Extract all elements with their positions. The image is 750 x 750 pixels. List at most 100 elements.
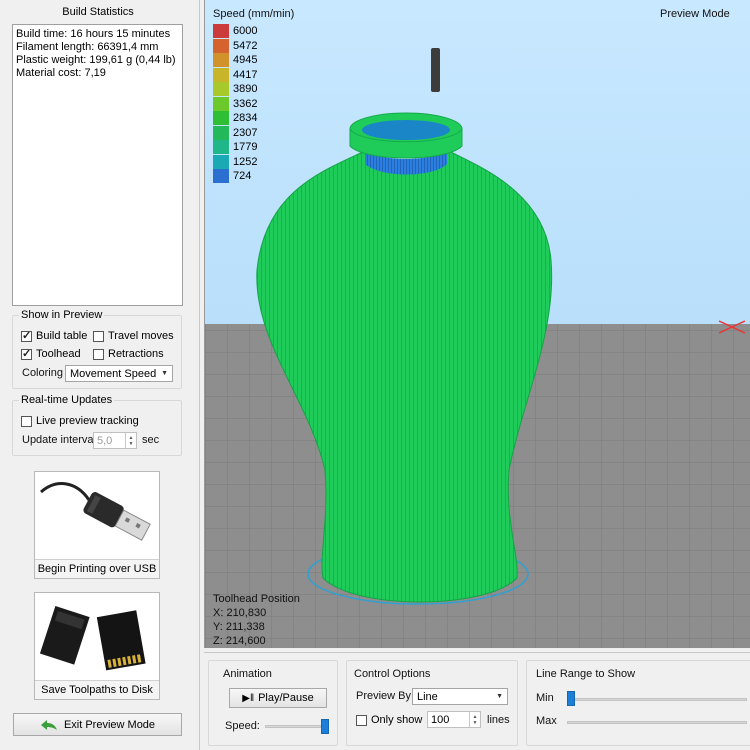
build-time-line: Build time: 16 hours 15 minutes (16, 28, 171, 40)
line-range-min-thumb[interactable] (567, 691, 575, 706)
only-show-checkbox[interactable]: Only show (356, 714, 422, 726)
save-toolpaths-button[interactable]: Save Toolpaths to Disk (34, 592, 160, 700)
speed-legend-value: 724 (233, 170, 252, 182)
line-range-min-label: Min (536, 692, 554, 704)
speed-legend-swatch (213, 169, 229, 183)
speed-legend-entry: 5472 (213, 38, 257, 53)
toolhead-checkbox-box[interactable] (21, 347, 32, 360)
animation-title: Animation (223, 668, 272, 680)
speed-legend-title: Speed (mm/min) (213, 8, 295, 20)
speed-legend-entry: 3890 (213, 82, 257, 96)
speed-legend-swatch (213, 140, 229, 154)
animation-speed-slider-thumb[interactable] (321, 719, 329, 734)
play-pause-label: Play/Pause (258, 692, 314, 704)
material-cost-line: Material cost: 7,19 (16, 67, 106, 79)
preview-viewport[interactable]: Speed (mm/min) 6000 5472 4945 4417 3890 3362 2… (204, 0, 750, 648)
sd-card-icon (37, 595, 157, 679)
chevron-down-icon: ▼ (161, 370, 168, 377)
speed-legend-value: 6000 (233, 25, 258, 37)
only-show-spinbox[interactable]: 100 ▲ ▼ (427, 711, 481, 728)
line-range-min-track[interactable] (567, 698, 747, 701)
live-preview-checkbox[interactable]: Live preview tracking (21, 415, 139, 427)
build-statistics-box: Build time: 16 hours 15 minutes Filament… (12, 24, 183, 306)
only-show-checkbox-box[interactable] (356, 714, 367, 726)
only-show-value: 100 (431, 713, 450, 726)
speed-legend-swatch (213, 111, 229, 125)
vase-rim-inner (362, 120, 450, 140)
speed-legend-swatch (213, 154, 229, 169)
animation-group: Animation ▶‖ Play/Pause Speed: (208, 660, 338, 746)
speed-legend-value: 4417 (233, 68, 258, 81)
speed-legend-entry: 4417 (213, 67, 258, 82)
build-table-checkbox[interactable]: Build table (21, 329, 88, 342)
speed-legend-swatch (213, 67, 229, 82)
left-panel: Build Statistics Build time: 16 hours 15… (0, 0, 200, 750)
speed-legend-entry: 2834 (213, 111, 257, 125)
speed-legend-swatch (213, 82, 229, 96)
line-range-max-label: Max (536, 715, 557, 727)
speed-legend-entry: 1779 (213, 140, 257, 154)
speed-legend-entry: 3362 (213, 96, 257, 111)
animation-speed-slider-track[interactable] (265, 725, 329, 728)
coloring-label: Coloring (22, 367, 63, 379)
update-interval-label: Update interval (22, 434, 96, 446)
speed-legend-value: 4945 (233, 54, 258, 66)
spinner-arrows-icon[interactable]: ▲ ▼ (469, 712, 480, 727)
travel-moves-label: Travel moves (108, 330, 174, 342)
build-table-checkbox-box[interactable] (21, 329, 32, 342)
retractions-checkbox-box[interactable] (93, 348, 104, 360)
speed-legend-swatch (213, 125, 229, 140)
speed-legend-swatch (213, 53, 229, 67)
exit-preview-button[interactable]: Exit Preview Mode (13, 713, 182, 736)
spinner-arrows-icon[interactable]: ▲ ▼ (125, 433, 136, 448)
build-statistics-title: Build Statistics (62, 6, 134, 18)
live-preview-checkbox-box[interactable] (21, 415, 32, 427)
chevron-down-icon: ▼ (496, 693, 503, 700)
speed-legend-entry: 1252 (213, 154, 258, 169)
exit-preview-label: Exit Preview Mode (63, 718, 156, 731)
retractions-checkbox[interactable]: Retractions (93, 348, 164, 360)
toolhead-x: X: 210,830 (213, 607, 267, 619)
begin-printing-usb-button[interactable]: Begin Printing over USB (34, 471, 160, 579)
travel-moves-checkbox[interactable]: Travel moves (93, 330, 174, 342)
realtime-updates-group: Real-time Updates Live preview tracking … (12, 394, 182, 456)
only-show-unit: lines (487, 714, 510, 726)
filament-length-line: Filament length: 66391,4 mm (16, 41, 159, 53)
speed-legend-entry: 2307 (213, 125, 257, 140)
line-range-title: Line Range to Show (536, 668, 636, 680)
toolhead-z: Z: 214,600 (213, 635, 266, 647)
preview-mode-label: Preview Mode (660, 8, 730, 20)
usb-cable-icon (37, 474, 157, 558)
line-range-max-track[interactable] (567, 721, 747, 724)
plastic-weight-line: Plastic weight: 199,61 g (0,44 lb) (16, 54, 176, 66)
realtime-updates-title: Real-time Updates (19, 394, 115, 406)
play-pause-icon: ▶‖ (242, 692, 255, 704)
update-interval-unit: sec (142, 434, 160, 446)
preview-by-select[interactable]: Line ▼ (412, 688, 508, 705)
build-table-label: Build table (36, 330, 88, 342)
coloring-select[interactable]: Movement Speed ▼ (65, 365, 173, 382)
speed-legend-value: 2834 (233, 112, 258, 124)
speed-legend-value: 1252 (233, 155, 258, 168)
bottom-panel: Animation ▶‖ Play/Pause Speed: Control O… (204, 652, 750, 750)
speed-legend-entry: 6000 (213, 24, 257, 38)
only-show-label: Only show (371, 714, 423, 726)
speed-legend-swatch (213, 24, 229, 38)
scene-canvas (205, 48, 750, 648)
back-arrow-icon (40, 719, 57, 730)
preview-by-value: Line (417, 690, 438, 703)
update-interval-value: 5,0 (97, 434, 113, 447)
live-preview-label: Live preview tracking (36, 415, 139, 427)
travel-moves-checkbox-box[interactable] (93, 330, 104, 342)
control-options-group: Control Options Preview By Line ▼ Only s… (346, 660, 518, 746)
speed-legend-entry: 4945 (213, 53, 257, 67)
play-pause-button[interactable]: ▶‖ Play/Pause (229, 688, 327, 708)
show-in-preview-title: Show in Preview (19, 309, 105, 321)
speed-legend-value: 1779 (233, 141, 258, 153)
control-options-title: Control Options (354, 668, 431, 680)
toolhead-label: Toolhead (36, 348, 81, 360)
speed-legend-value: 3890 (233, 83, 258, 95)
toolhead-checkbox[interactable]: Toolhead (21, 347, 81, 360)
update-interval-spinbox[interactable]: 5,0 ▲ ▼ (93, 432, 137, 449)
line-range-group: Line Range to Show Min Max (526, 660, 750, 746)
